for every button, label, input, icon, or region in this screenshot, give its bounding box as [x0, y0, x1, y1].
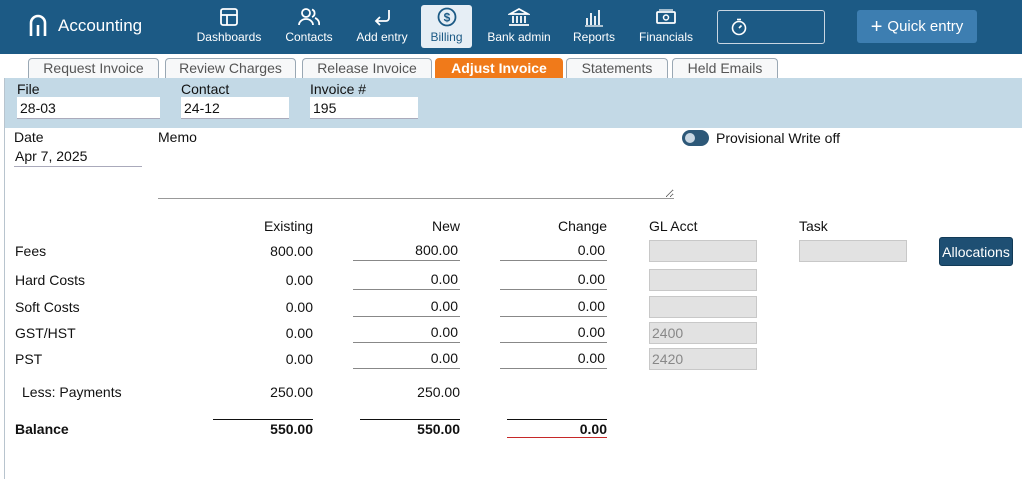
quick-entry-button[interactable]: + Quick entry	[857, 10, 977, 43]
tab-release-invoice[interactable]: Release Invoice	[302, 58, 432, 78]
soft-costs-existing: 0.00	[285, 299, 313, 315]
date-field[interactable]	[14, 146, 142, 167]
tab-review-charges[interactable]: Review Charges	[165, 58, 296, 78]
gst-hst-gl-acct	[649, 322, 757, 344]
nav-add-entry[interactable]: Add entry	[352, 5, 412, 48]
contacts-icon	[298, 8, 320, 26]
svg-text:$: $	[443, 11, 450, 25]
existing-total-line	[213, 419, 313, 420]
invoice-header-band: File Contact Invoice #	[5, 78, 1022, 128]
column-header-gl-acct: GL Acct	[649, 218, 698, 234]
memo-label: Memo	[158, 129, 197, 145]
banknote-icon	[656, 9, 676, 24]
top-navigation-bar: Accounting Dashboards Contacts Add entry…	[0, 0, 1022, 54]
nav-financials[interactable]: Financials	[636, 5, 696, 48]
row-label-pst: PST	[15, 351, 43, 367]
pst-new-input[interactable]	[353, 348, 460, 369]
brand[interactable]: Accounting	[28, 14, 142, 38]
dashboard-icon	[220, 8, 238, 26]
dollar-icon: $	[437, 7, 456, 27]
timer-button[interactable]	[717, 10, 825, 44]
soft-costs-gl-acct	[649, 296, 757, 318]
hard-costs-existing: 0.00	[285, 272, 313, 288]
nav-label: Billing	[430, 30, 463, 44]
bar-chart-icon	[585, 10, 603, 27]
quick-entry-label: Quick entry	[887, 18, 964, 35]
nav-reports[interactable]: Reports	[568, 5, 620, 48]
invoice-number-label: Invoice #	[310, 81, 367, 97]
file-field[interactable]	[17, 97, 160, 119]
tab-adjust-invoice[interactable]: Adjust Invoice	[435, 58, 563, 78]
nav-label: Financials	[638, 30, 694, 44]
fees-gl-acct	[649, 240, 757, 262]
balance-change-underline	[507, 437, 607, 438]
nav-bank-admin[interactable]: Bank admin	[482, 5, 556, 48]
provisional-write-off-toggle[interactable]	[682, 130, 709, 146]
row-label-gst-hst: GST/HST	[15, 325, 76, 341]
pst-existing: 0.00	[285, 351, 313, 367]
row-label-balance: Balance	[15, 421, 69, 437]
change-total-line	[507, 419, 607, 420]
file-label: File	[17, 81, 40, 97]
balance-existing: 550.00	[270, 421, 313, 437]
row-label-hard-costs: Hard Costs	[15, 272, 86, 288]
balance-change: 0.00	[579, 421, 607, 437]
content-border	[4, 78, 5, 479]
tab-held-emails[interactable]: Held Emails	[672, 58, 778, 78]
tab-strip: Request Invoice Review Charges Release I…	[0, 54, 1022, 78]
column-header-new: New	[431, 218, 460, 234]
hard-costs-gl-acct	[649, 269, 757, 291]
nav-dashboards[interactable]: Dashboards	[194, 5, 264, 48]
allocations-button[interactable]: Allocations	[939, 237, 1013, 266]
plus-icon: +	[870, 15, 883, 38]
toggle-knob	[685, 133, 695, 143]
column-header-task: Task	[799, 218, 828, 234]
row-label-soft-costs: Soft Costs	[15, 299, 80, 315]
provisional-write-off-label: Provisional Write off	[716, 130, 840, 146]
app-title: Accounting	[58, 16, 143, 35]
fees-new-input[interactable]	[353, 240, 460, 261]
fees-existing: 800.00	[270, 243, 313, 259]
hard-costs-new-input[interactable]	[353, 269, 460, 290]
new-total-line	[360, 419, 460, 420]
nav-label: Contacts	[285, 30, 333, 44]
contact-field[interactable]	[181, 97, 289, 119]
bank-icon	[508, 7, 530, 26]
invoice-number-field[interactable]	[310, 97, 418, 119]
pst-change-input[interactable]	[500, 348, 607, 369]
date-label: Date	[14, 129, 44, 145]
fees-change-input[interactable]	[500, 240, 607, 261]
row-label-fees: Fees	[15, 243, 47, 259]
contact-label: Contact	[181, 81, 230, 97]
nav-label: Reports	[572, 30, 616, 44]
gst-hst-new-input[interactable]	[353, 322, 460, 343]
fees-task-field	[799, 240, 907, 262]
soft-costs-new-input[interactable]	[353, 296, 460, 317]
pst-gl-acct	[649, 348, 757, 370]
soft-costs-change-input[interactable]	[500, 296, 607, 317]
return-arrow-icon	[374, 10, 390, 26]
balance-new: 550.00	[417, 421, 460, 437]
memo-field[interactable]	[158, 147, 674, 199]
nav-billing[interactable]: $ Billing	[421, 5, 472, 48]
column-header-change: Change	[557, 218, 607, 234]
nav-label: Bank admin	[487, 30, 551, 44]
stopwatch-icon	[731, 18, 747, 36]
hard-costs-change-input[interactable]	[500, 269, 607, 290]
app-logo-icon	[29, 14, 47, 36]
gst-hst-existing: 0.00	[285, 325, 313, 341]
gst-hst-change-input[interactable]	[500, 322, 607, 343]
row-label-payments: Less: Payments	[22, 384, 122, 400]
payments-existing: 250.00	[270, 384, 313, 400]
payments-new: 250.00	[417, 384, 460, 400]
nav-contacts[interactable]: Contacts	[280, 5, 338, 48]
column-header-existing: Existing	[263, 218, 313, 234]
nav-label: Add entry	[356, 30, 408, 44]
tab-statements[interactable]: Statements	[566, 58, 668, 78]
nav-label: Dashboards	[196, 30, 262, 44]
tab-request-invoice[interactable]: Request Invoice	[28, 58, 159, 78]
